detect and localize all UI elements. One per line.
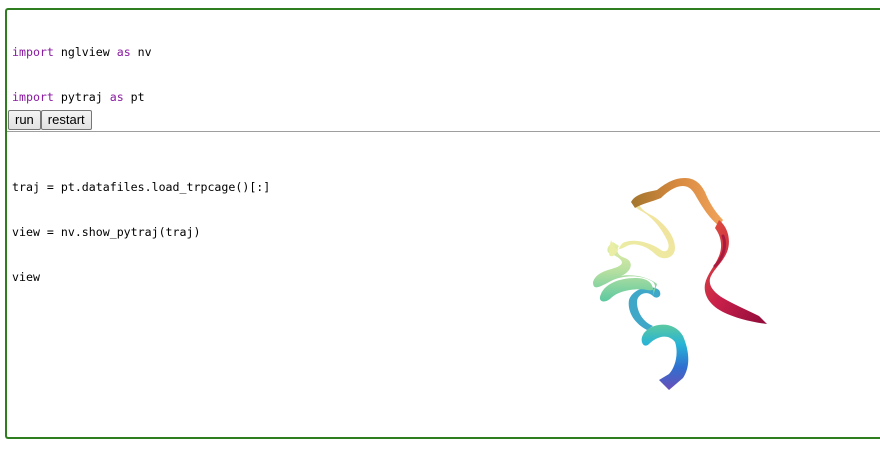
restart-button[interactable]: restart [40, 110, 92, 130]
ribbon-segment-turn [628, 287, 661, 330]
button-row: run restart [8, 110, 92, 131]
ribbon-segment-loop-pale [609, 200, 675, 259]
run-button[interactable]: run [8, 110, 41, 130]
code-line-2: import pytraj as pt [12, 90, 145, 104]
ribbon-segment-arc-top [631, 178, 723, 226]
ribbon-segment-strand-right [704, 220, 767, 324]
notebook-cell: import nglview as nv import pytraj as pt… [5, 8, 880, 439]
molecule-viewer[interactable] [7, 132, 880, 437]
ribbon-segment-helix-lower [641, 324, 689, 390]
code-line-1: import nglview as nv [12, 45, 152, 59]
protein-ribbon-graphic [593, 178, 767, 390]
